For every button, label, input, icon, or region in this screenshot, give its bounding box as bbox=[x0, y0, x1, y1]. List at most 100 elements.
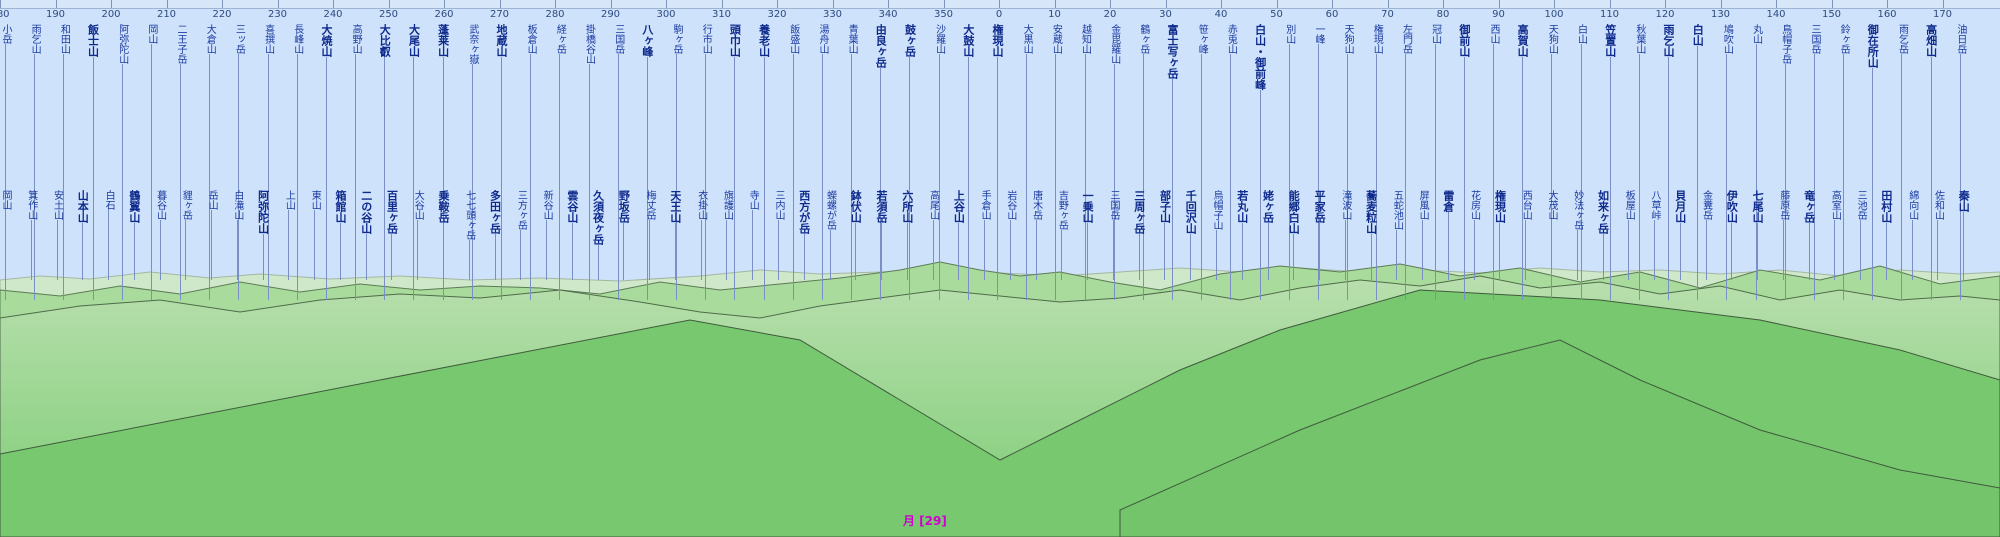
peak-label[interactable]: 大焼山 bbox=[320, 24, 333, 300]
peak-label[interactable]: 五蛇池山 bbox=[1391, 190, 1402, 280]
peak-label[interactable]: 御在所山 bbox=[1866, 24, 1879, 300]
peak-label[interactable]: 大鼓山 bbox=[962, 24, 975, 300]
peak-label[interactable]: 暮谷山 bbox=[155, 190, 166, 280]
peak-label[interactable]: 野坂岳 bbox=[617, 190, 630, 280]
peak-label[interactable]: 若丸山 bbox=[1236, 190, 1249, 280]
peak-label[interactable]: 阿弥陀山 bbox=[117, 24, 128, 300]
peak-label[interactable]: 笹ヶ峰 bbox=[1196, 24, 1207, 300]
peak-label[interactable]: 能郷白山 bbox=[1287, 190, 1300, 280]
peak-label[interactable]: 佐和山 bbox=[1932, 190, 1943, 280]
peak-label[interactable]: 秦山 bbox=[1957, 190, 1970, 280]
peak-label[interactable]: 屏風山 bbox=[1417, 190, 1428, 280]
peak-label[interactable]: 上谷山 bbox=[952, 190, 965, 280]
peak-label[interactable]: 部子山 bbox=[1158, 190, 1171, 280]
peak-label[interactable]: 三周ヶ岳 bbox=[1133, 190, 1146, 280]
peak-label[interactable]: 姥ヶ岳 bbox=[1262, 190, 1275, 280]
peak-label[interactable]: 養老山 bbox=[758, 24, 771, 300]
peak-label[interactable]: 百里ヶ岳 bbox=[385, 190, 398, 280]
panorama-view[interactable]: 1801902002102202302402502602702802903003… bbox=[0, 0, 2000, 537]
peak-label[interactable]: 妙法ヶ岳 bbox=[1572, 190, 1583, 280]
peak-label[interactable]: 権現山 bbox=[991, 24, 1004, 300]
peak-label[interactable]: 岡山 bbox=[0, 190, 11, 280]
peak-label[interactable]: 八草峠 bbox=[1649, 190, 1660, 280]
peak-label[interactable]: 雨乞山 bbox=[1662, 24, 1675, 300]
peak-leader-line bbox=[792, 54, 794, 300]
peak-label[interactable]: 手倉山 bbox=[979, 190, 990, 280]
peak-label[interactable]: 二の谷山 bbox=[360, 190, 373, 280]
peak-label[interactable]: 西方が岳 bbox=[798, 190, 811, 280]
peak-label[interactable]: 旗護山 bbox=[721, 190, 732, 280]
peak-label[interactable]: 白石 bbox=[103, 190, 114, 280]
peak-label[interactable]: 一乗山 bbox=[1081, 190, 1094, 280]
peak-label[interactable]: 飯盛山 bbox=[788, 24, 799, 300]
peak-label[interactable]: 岳山 bbox=[206, 190, 217, 280]
peak-label[interactable]: 三池岳 bbox=[1855, 190, 1866, 280]
peak-label[interactable]: 赤兎山 bbox=[1225, 24, 1236, 300]
peak-label[interactable]: 衣掛山 bbox=[696, 190, 707, 280]
peak-label[interactable]: 阿弥陀山 bbox=[257, 190, 270, 280]
peak-label[interactable]: 箕作山 bbox=[26, 190, 37, 280]
peak-name: 笹ヶ峰 bbox=[1196, 24, 1208, 54]
peak-label[interactable]: 貍ヶ岳 bbox=[180, 190, 191, 280]
peak-label[interactable]: 秋葉山 bbox=[1634, 24, 1645, 300]
peak-label[interactable]: 伊吹山 bbox=[1725, 190, 1738, 280]
peak-label[interactable]: 三国岳 bbox=[1108, 190, 1119, 280]
peak-label[interactable]: 鶴翼山 bbox=[128, 190, 141, 280]
peak-label[interactable]: 板倉山 bbox=[525, 24, 536, 300]
peak-label[interactable]: 雷倉 bbox=[1442, 190, 1455, 280]
peak-label[interactable]: 梅丈岳 bbox=[644, 190, 655, 280]
peak-label[interactable]: 冠山 bbox=[1430, 24, 1441, 300]
peak-label[interactable]: 白滝山 bbox=[232, 190, 243, 280]
peak-label[interactable]: 高野山 bbox=[350, 24, 361, 300]
peak-name: 大比叡 bbox=[378, 24, 392, 57]
peak-label[interactable]: 権現山 bbox=[1493, 190, 1506, 280]
peak-label[interactable]: 竜ヶ岳 bbox=[1803, 190, 1816, 280]
peak-label[interactable]: 安土山 bbox=[52, 190, 63, 280]
peak-label[interactable]: 唐木岳 bbox=[1031, 190, 1042, 280]
peak-label[interactable]: 高尾山 bbox=[928, 190, 939, 280]
peak-label[interactable]: 大谷山 bbox=[412, 190, 423, 280]
peak-label[interactable]: 如来ヶ岳 bbox=[1597, 190, 1610, 280]
peak-leader-line bbox=[1576, 230, 1578, 280]
peak-label[interactable]: 藤原岳 bbox=[1778, 190, 1789, 280]
peak-label[interactable]: 六所山 bbox=[901, 190, 914, 280]
peak-label[interactable]: 鉢伏山 bbox=[849, 190, 862, 280]
peak-label[interactable]: 千回沢山 bbox=[1184, 190, 1197, 280]
peak-label[interactable]: 烏帽子山 bbox=[1211, 190, 1222, 280]
peak-label[interactable]: 蕎麦粒山 bbox=[1365, 190, 1378, 280]
peak-label[interactable]: 岩谷山 bbox=[1005, 190, 1016, 280]
peak-label[interactable]: 高室山 bbox=[1829, 190, 1840, 280]
peak-label[interactable]: 上山 bbox=[283, 190, 294, 280]
peak-label[interactable]: 板屋山 bbox=[1623, 190, 1634, 280]
peak-label[interactable]: 新谷山 bbox=[541, 190, 552, 280]
peak-label[interactable]: 三方ヶ岳 bbox=[515, 190, 526, 280]
peak-label[interactable]: 平家岳 bbox=[1313, 190, 1326, 280]
peak-label[interactable]: 吉野ヶ岳 bbox=[1056, 190, 1067, 280]
peak-label[interactable]: 大茂山 bbox=[1546, 190, 1557, 280]
peak-label[interactable]: 七七頭ヶ岳 bbox=[464, 190, 475, 280]
peak-label[interactable]: 乗鞍岳 bbox=[437, 190, 450, 280]
peak-label[interactable]: 天王山 bbox=[669, 190, 682, 280]
peak-label[interactable]: 東山 bbox=[309, 190, 320, 280]
peak-label[interactable]: 綿向山 bbox=[1907, 190, 1918, 280]
peak-label[interactable]: 蠑螺が岳 bbox=[825, 190, 836, 280]
peak-label[interactable]: 多田ヶ岳 bbox=[489, 190, 502, 280]
peak-label[interactable]: 金糞岳 bbox=[1701, 190, 1712, 280]
peak-label[interactable]: 若須岳 bbox=[875, 190, 888, 280]
peak-label[interactable]: 三内山 bbox=[773, 190, 784, 280]
peak-label[interactable]: 貝月山 bbox=[1674, 190, 1687, 280]
peak-label[interactable]: 寺山 bbox=[747, 190, 758, 280]
peak-label[interactable]: 滝波山 bbox=[1340, 190, 1351, 280]
peak-label[interactable]: 久須夜ヶ岳 bbox=[592, 190, 605, 280]
peak-leader-line bbox=[1911, 220, 1913, 280]
peak-label[interactable]: 飯士山 bbox=[87, 24, 100, 300]
peak-label[interactable]: 箱館山 bbox=[334, 190, 347, 280]
peak-name: 箕作山 bbox=[25, 190, 37, 220]
peak-label[interactable]: 経ヶ岳 bbox=[554, 24, 565, 300]
peak-label[interactable]: 花房山 bbox=[1469, 190, 1480, 280]
peak-label[interactable]: 田村山 bbox=[1880, 190, 1893, 280]
peak-label[interactable]: 雲谷山 bbox=[566, 190, 579, 280]
peak-label[interactable]: 山本山 bbox=[76, 190, 89, 280]
peak-label[interactable]: 七尾山 bbox=[1751, 190, 1764, 280]
peak-label[interactable]: 西台山 bbox=[1520, 190, 1531, 280]
